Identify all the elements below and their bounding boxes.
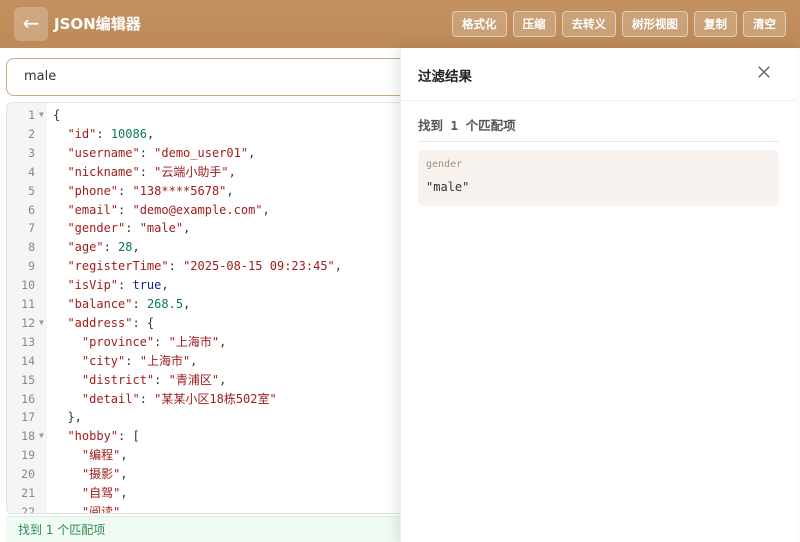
line-number: 16 [21, 391, 35, 406]
code-text: "username": "demo_user01", [67, 145, 256, 160]
app-title: JSON编辑器 [54, 15, 141, 33]
code-line: 6 "email": "demo@example.com", [7, 201, 425, 220]
code-line: 3 "username": "demo_user01", [7, 144, 425, 163]
result-item[interactable]: gender "male" [418, 150, 779, 206]
panel-title: 过滤结果 [418, 69, 472, 85]
fold-arrow-icon[interactable]: ▼ [39, 106, 44, 125]
code-line: 8 "age": 28, [7, 238, 425, 257]
line-number: 11 [21, 297, 35, 311]
code-line: 1 ▼ { [7, 106, 425, 125]
format-button[interactable]: 格式化 [452, 11, 507, 37]
arrow-left-icon: ← [22, 11, 40, 35]
line-number: 17 [21, 410, 35, 425]
code-text: "balance": 268.5, [67, 297, 191, 311]
copy-button[interactable]: 复制 [694, 11, 737, 37]
line-number: 6 [28, 202, 35, 217]
result-value: "male" [426, 180, 470, 194]
code-text: "province": "上海市", [81, 334, 227, 349]
line-number: 20 [21, 467, 35, 482]
line-number: 21 [21, 486, 35, 500]
line-number: 1 [28, 108, 35, 122]
line-number: 15 [21, 372, 35, 387]
code-line: 19 "编程", [7, 446, 425, 465]
code-text: "id": 10086, [67, 126, 155, 141]
code-text: "detail": "某某小区18栋502室" [81, 391, 277, 406]
code-text: "摄影", [81, 467, 128, 482]
code-line: 4 "nickname": "云端小助手", [7, 163, 425, 182]
code-line: 10 "isVip": true, [7, 276, 425, 295]
back-button[interactable]: ← [14, 7, 48, 41]
line-number: 22 [21, 504, 35, 514]
code-text: "district": "青浦区", [81, 372, 227, 387]
code-text: { [53, 108, 61, 122]
code-line: 11 "balance": 268.5, [7, 295, 425, 314]
code-line: 22 "阅读" [7, 503, 425, 514]
code-line: 13 "province": "上海市", [7, 333, 425, 352]
match-summary: 找到 1 个匹配项 [418, 118, 516, 133]
tree-view-button[interactable]: 树形视图 [622, 11, 688, 37]
toolbar: 格式化 压缩 去转义 树形视图 复制 清空 [452, 11, 786, 37]
fold-arrow-icon[interactable]: ▼ [39, 427, 44, 446]
line-number: 13 [21, 334, 35, 349]
line-number: 3 [28, 145, 35, 160]
close-icon[interactable] [756, 64, 772, 80]
code-line: 2 "id": 10086, [7, 125, 425, 144]
line-number: 8 [28, 240, 35, 255]
panel-header: 过滤结果 [401, 48, 796, 101]
line-number: 7 [28, 221, 35, 236]
code-line: 16 "detail": "某某小区18栋502室" [7, 390, 425, 409]
code-text: "address": { [67, 315, 155, 330]
code-line: 9 "registerTime": "2025-08-15 09:23:45", [7, 257, 425, 276]
line-number: 19 [21, 448, 35, 463]
clear-button[interactable]: 清空 [743, 11, 786, 37]
line-number: 18 [21, 429, 35, 444]
code-text: "isVip": true, [67, 278, 169, 293]
line-number: 9 [28, 259, 35, 274]
code-line: 14 "city": "上海市", [7, 352, 425, 371]
line-number: 2 [28, 126, 35, 141]
code-text: "phone": "138****5678", [67, 183, 234, 198]
code-line: 7 "gender": "male", [7, 219, 425, 238]
code-text: "自驾", [81, 486, 128, 500]
code-text: "阅读" [81, 504, 121, 514]
code-line: 5 "phone": "138****5678", [7, 182, 425, 201]
app-header: ← JSON编辑器 格式化 压缩 去转义 树形视图 复制 清空 [0, 0, 800, 48]
unescape-button[interactable]: 去转义 [561, 11, 616, 37]
line-number: 4 [28, 164, 35, 179]
code-line: 17 }, [7, 408, 425, 427]
compress-button[interactable]: 压缩 [512, 11, 556, 37]
line-number: 10 [21, 278, 35, 293]
code-line: 18 ▼ "hobby": [ [7, 427, 425, 446]
code-text: "city": "上海市", [81, 353, 198, 368]
code-text: "hobby": [ [67, 429, 140, 444]
code-text: }, [53, 410, 82, 425]
filter-input[interactable]: male [6, 58, 426, 96]
filter-result-panel: 过滤结果 找到 1 个匹配项 gender "male" [400, 48, 796, 542]
code-text: "email": "demo@example.com", [67, 202, 270, 217]
line-number: 14 [21, 353, 35, 368]
code-line: 15 "district": "青浦区", [7, 371, 425, 390]
line-number: 12 [21, 315, 35, 330]
code-line: 20 "摄影", [7, 465, 425, 484]
code-line: 12 ▼ "address": { [7, 314, 425, 333]
code-line: 21 "自驾", [7, 484, 425, 503]
code-text: "nickname": "云端小助手", [67, 164, 236, 179]
divider [418, 141, 779, 142]
code-text: "gender": "male", [67, 221, 191, 236]
code-text: "registerTime": "2025-08-15 09:23:45", [67, 259, 343, 274]
line-number: 5 [28, 183, 35, 198]
json-editor[interactable]: 1 ▼{2 "id": 10086, 3 "username": "demo_use… [6, 102, 426, 514]
status-bar: 找到 1 个匹配项 [6, 516, 426, 542]
result-key: gender [426, 159, 463, 170]
fold-arrow-icon[interactable]: ▼ [39, 314, 44, 333]
code-text: "编程", [81, 448, 128, 463]
code-text: "age": 28, [67, 240, 140, 255]
